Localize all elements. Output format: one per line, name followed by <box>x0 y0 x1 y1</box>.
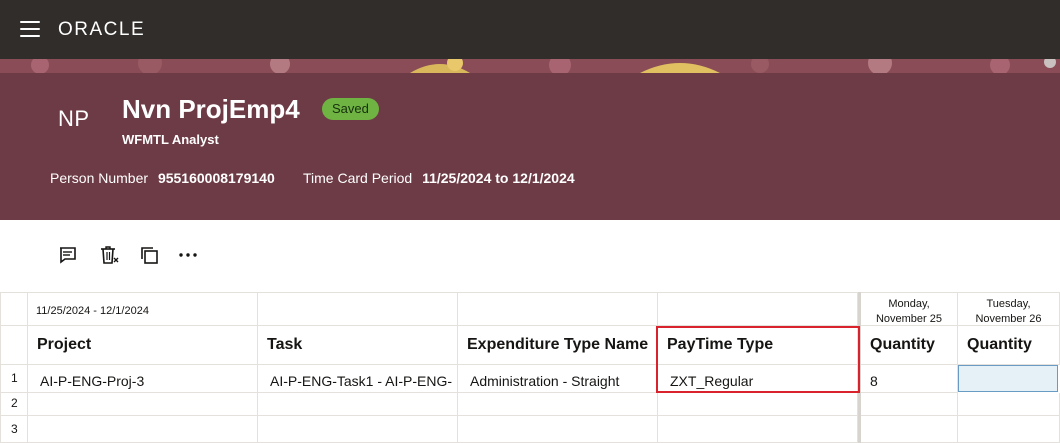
cell-expenditure-type[interactable]: Administration - Straight <box>458 365 658 393</box>
cell-quantity-tuesday[interactable] <box>958 416 1060 443</box>
time-card-period-value: 11/25/2024 to 12/1/2024 <box>422 170 575 186</box>
banner-decorative-pattern <box>0 59 1060 73</box>
cell-quantity-tuesday[interactable] <box>958 393 1060 416</box>
header-spacer <box>658 292 858 326</box>
corner-cell <box>0 292 28 326</box>
row-number: 3 <box>0 416 28 443</box>
cell-project[interactable] <box>28 416 258 443</box>
cell-task[interactable] <box>258 416 458 443</box>
cell-quantity-monday[interactable] <box>861 393 958 416</box>
day-header-date: November 26 <box>975 313 1042 325</box>
day-header-monday: Monday, November 25 <box>861 292 958 326</box>
column-header-quantity-tuesday[interactable]: Quantity <box>958 326 1060 365</box>
header-spacer <box>458 292 658 326</box>
day-header-weekday: Tuesday, <box>986 298 1031 310</box>
cell-task[interactable] <box>258 393 458 416</box>
cell-quantity-monday[interactable]: 8 <box>861 365 958 393</box>
person-number-field: Person Number 955160008179140 <box>50 170 275 186</box>
header-spacer <box>258 292 458 326</box>
row-number-header <box>0 326 28 365</box>
row-number: 1 <box>0 365 28 393</box>
cell-paytime-type[interactable]: ZXT_Regular <box>658 365 858 393</box>
cell-paytime-type[interactable] <box>658 416 858 443</box>
column-header-project[interactable]: Project <box>28 326 258 365</box>
top-bar: ORACLE <box>0 0 1060 59</box>
delete-icon[interactable] <box>97 243 121 267</box>
status-badge: Saved <box>322 98 379 120</box>
frozen-column-separator[interactable] <box>858 292 861 443</box>
person-role: WFMTL Analyst <box>122 132 219 147</box>
oracle-logo[interactable]: ORACLE <box>58 19 145 41</box>
avatar-initials: NP <box>58 106 90 131</box>
more-icon[interactable] <box>176 243 200 267</box>
column-header-quantity-monday[interactable]: Quantity <box>861 326 958 365</box>
time-card-period-label: Time Card Period <box>303 170 413 186</box>
comment-icon[interactable] <box>56 243 80 267</box>
cell-project[interactable]: AI-P-ENG-Proj-3 <box>28 365 258 393</box>
day-header-weekday: Monday, <box>888 298 930 310</box>
row-number: 2 <box>0 393 28 416</box>
cell-quantity-tuesday[interactable] <box>958 365 1058 392</box>
copy-icon[interactable] <box>137 243 161 267</box>
hamburger-menu-icon[interactable] <box>20 21 40 37</box>
period-range: 11/25/2024 - 12/1/2024 <box>28 292 258 326</box>
column-header-expenditure-type[interactable]: Expenditure Type Name <box>458 326 658 365</box>
column-header-task[interactable]: Task <box>258 326 458 365</box>
cell-expenditure-type[interactable] <box>458 393 658 416</box>
person-name: Nvn ProjEmp4 <box>122 94 300 124</box>
time-entry-grid: 11/25/2024 - 12/1/2024 Monday, November … <box>0 292 1060 443</box>
cell-task[interactable]: AI-P-ENG-Task1 - AI-P-ENG- <box>258 365 458 393</box>
day-header-date: November 25 <box>875 313 943 325</box>
column-header-paytime-type[interactable]: PayTime Type <box>658 326 858 365</box>
day-header-tuesday: Tuesday, November 26 <box>958 292 1060 326</box>
cell-expenditure-type[interactable] <box>458 416 658 443</box>
cell-paytime-type[interactable] <box>658 393 858 416</box>
cell-project[interactable] <box>28 393 258 416</box>
time-card-period-field: Time Card Period 11/25/2024 to 12/1/2024 <box>303 170 575 186</box>
cell-quantity-monday[interactable] <box>861 416 958 443</box>
person-number-value: 955160008179140 <box>157 170 275 186</box>
person-number-label: Person Number <box>50 170 149 186</box>
